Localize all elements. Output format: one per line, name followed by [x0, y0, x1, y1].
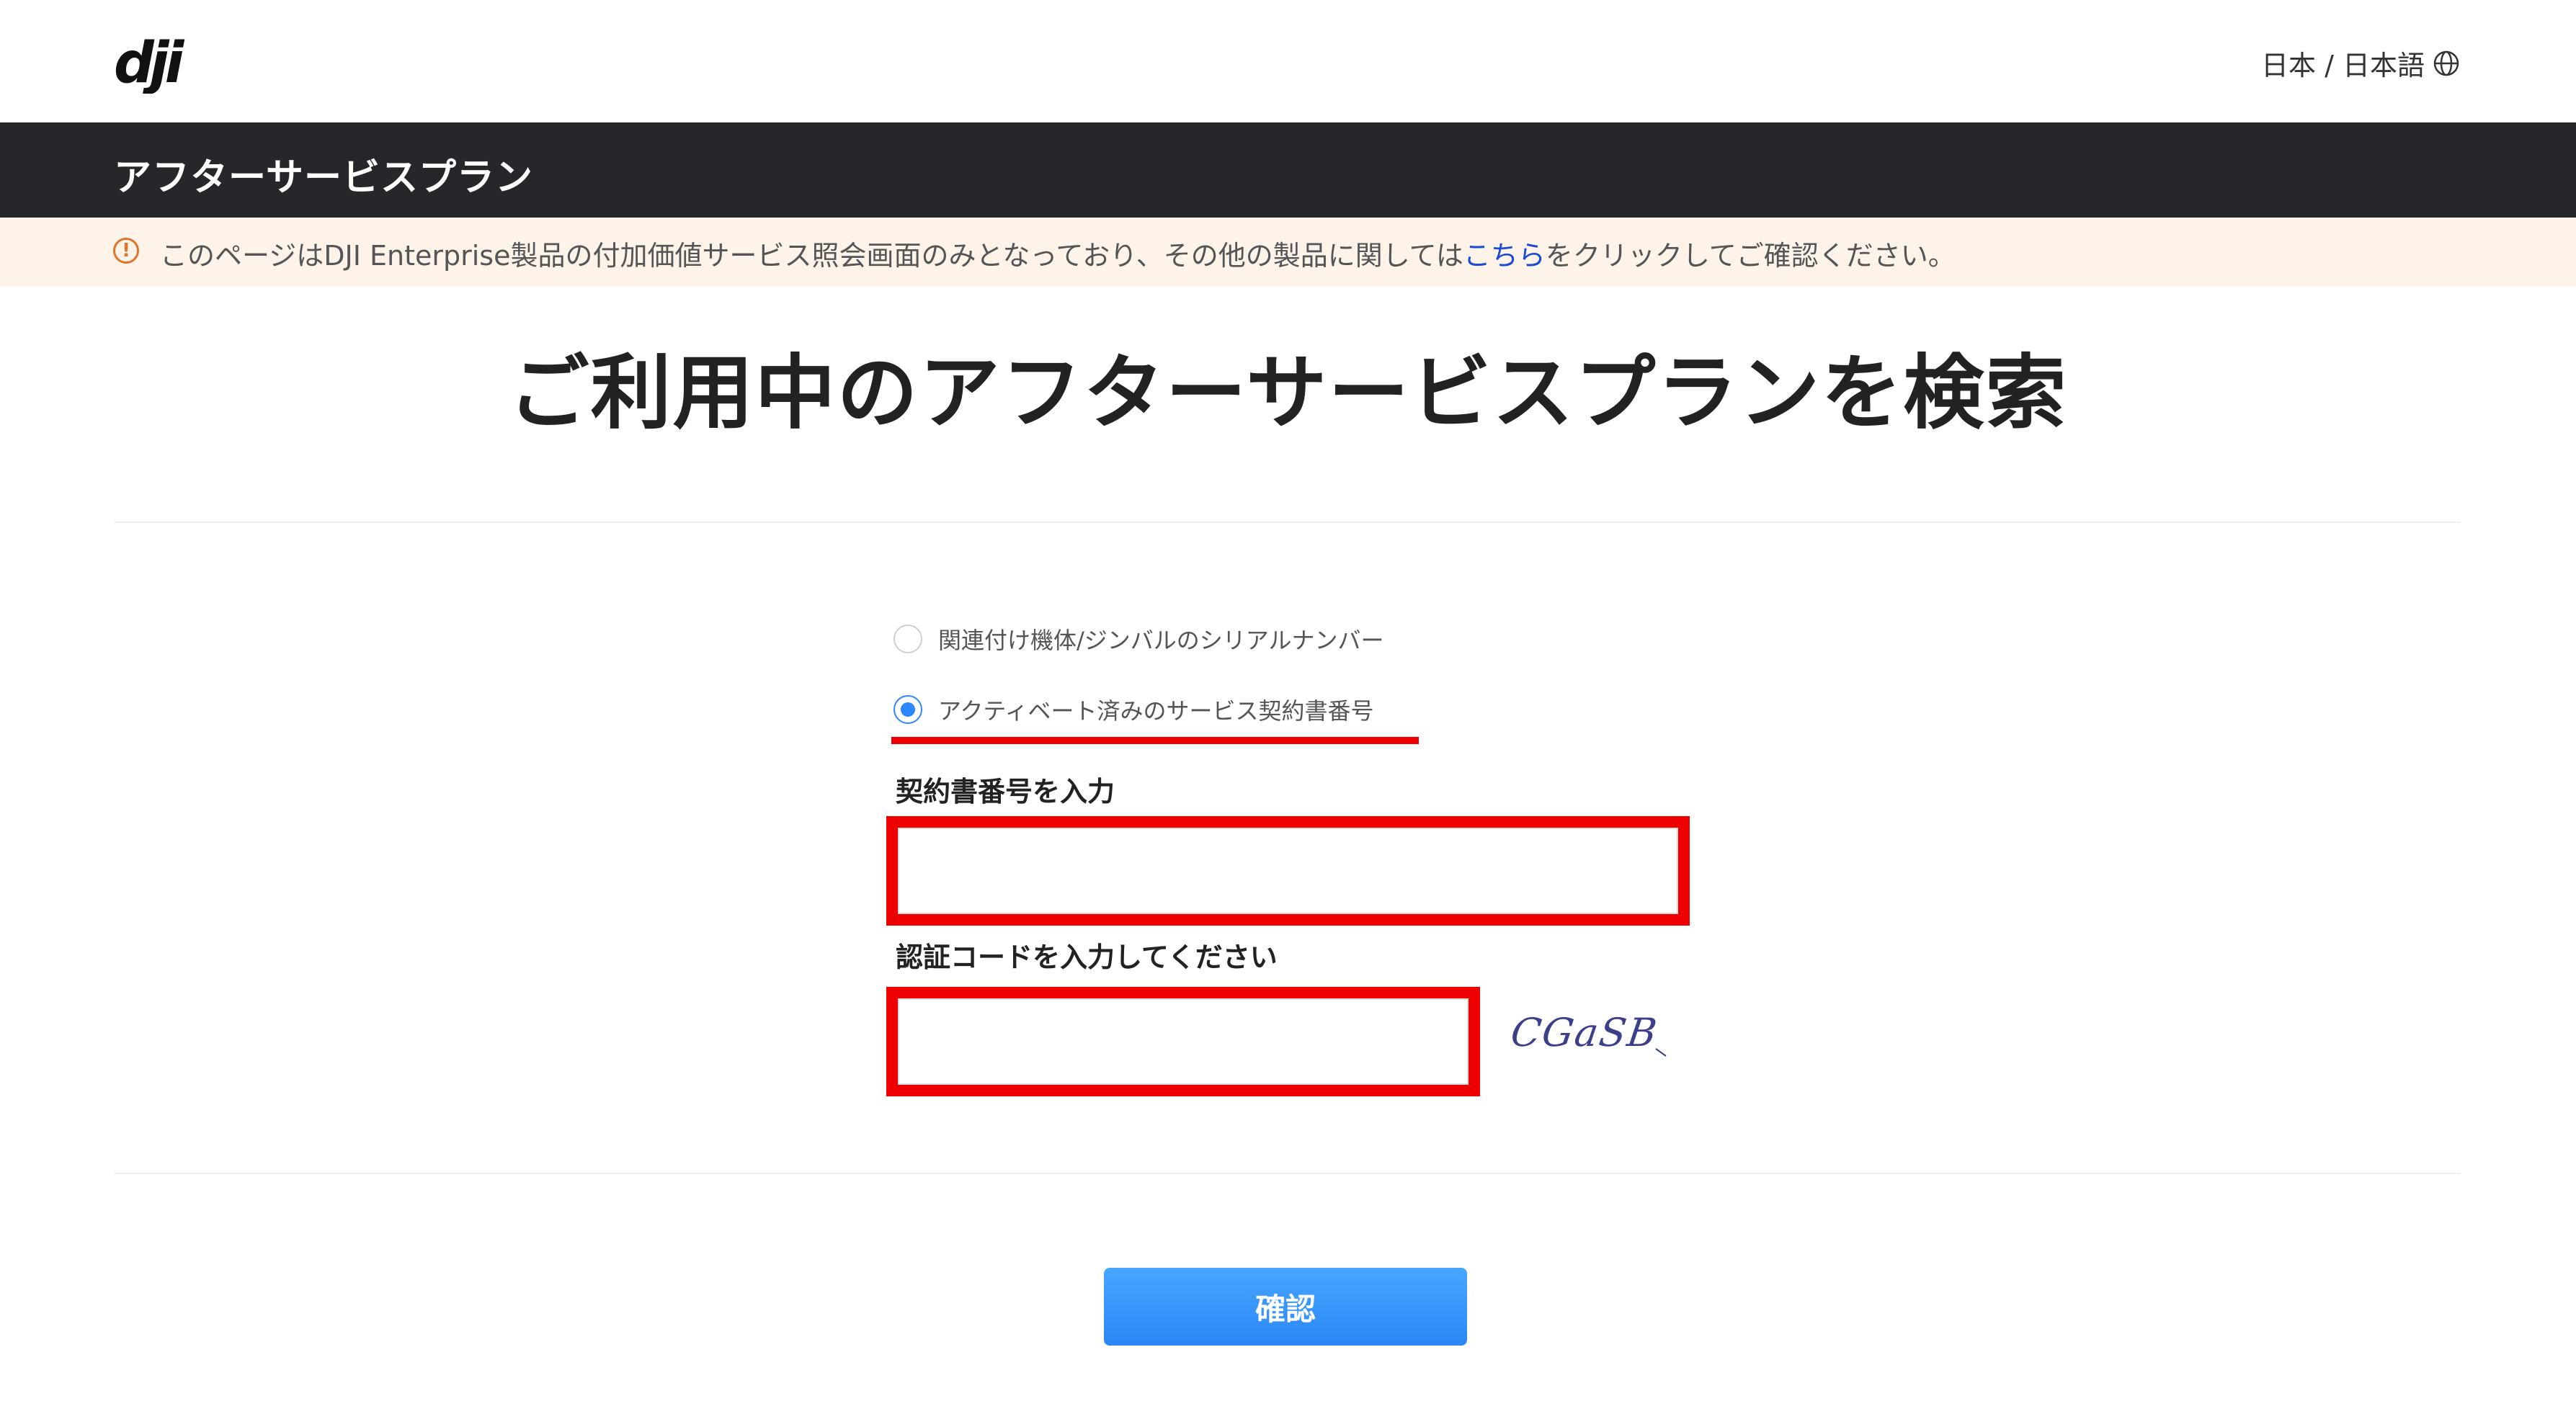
service-plan-banner: アフターサービスプラン — [0, 122, 2576, 218]
notice-text-after: をクリックしてご確認ください。 — [1545, 240, 1956, 272]
option-label: アクティベート済みのサービス契約書番号 — [938, 697, 1374, 725]
svg-text:dji: dji — [114, 35, 185, 94]
option-label: 関連付け機体/ジンバルのシリアルナンバー — [938, 627, 1384, 654]
page-title: ご利用中のアフターサービスプランを検索 — [508, 346, 2068, 440]
notice-bar: ! このページはDJI Enterprise製品の付加価値サービス照会画面のみと… — [0, 218, 2576, 287]
notice-text: このページはDJI Enterprise製品の付加価値サービス照会画面のみとなっ… — [160, 233, 1956, 273]
warning-icon: ! — [113, 238, 139, 264]
banner-title: アフターサービスプラン — [114, 156, 533, 200]
notice-link[interactable]: こちら — [1463, 240, 1546, 272]
top-bar: dji 日本 / 日本語 — [0, 0, 2576, 122]
language-selector[interactable]: 日本 / 日本語 — [2261, 43, 2461, 83]
radio-button-selected[interactable] — [893, 695, 922, 724]
globe-icon — [2433, 50, 2459, 76]
divider-top — [114, 522, 2460, 523]
highlight-underline — [891, 737, 1419, 744]
captcha-image[interactable]: CGaSB — [1512, 1008, 1677, 1059]
radio-button[interactable] — [893, 625, 922, 653]
contract-number-label: 契約書番号を入力 — [896, 776, 1115, 807]
option-contract-number[interactable]: アクティベート済みのサービス契約書番号 — [893, 693, 1373, 726]
language-label: 日本 / 日本語 — [2261, 50, 2425, 81]
dji-logo[interactable]: dji — [114, 35, 215, 94]
captcha-label: 認証コードを入力してください — [896, 941, 1278, 973]
captcha-input[interactable] — [898, 998, 1469, 1085]
captcha-image-text: CGaSB — [1512, 1010, 1661, 1055]
confirm-button[interactable]: 確認 — [1104, 1268, 1467, 1346]
divider-bottom — [114, 1173, 2460, 1174]
notice-text-before: このページはDJI Enterprise製品の付加価値サービス照会画面のみとなっ… — [160, 240, 1463, 272]
contract-number-input[interactable] — [898, 828, 1678, 914]
option-serial-number[interactable]: 関連付け機体/ジンバルのシリアルナンバー — [893, 622, 1383, 655]
